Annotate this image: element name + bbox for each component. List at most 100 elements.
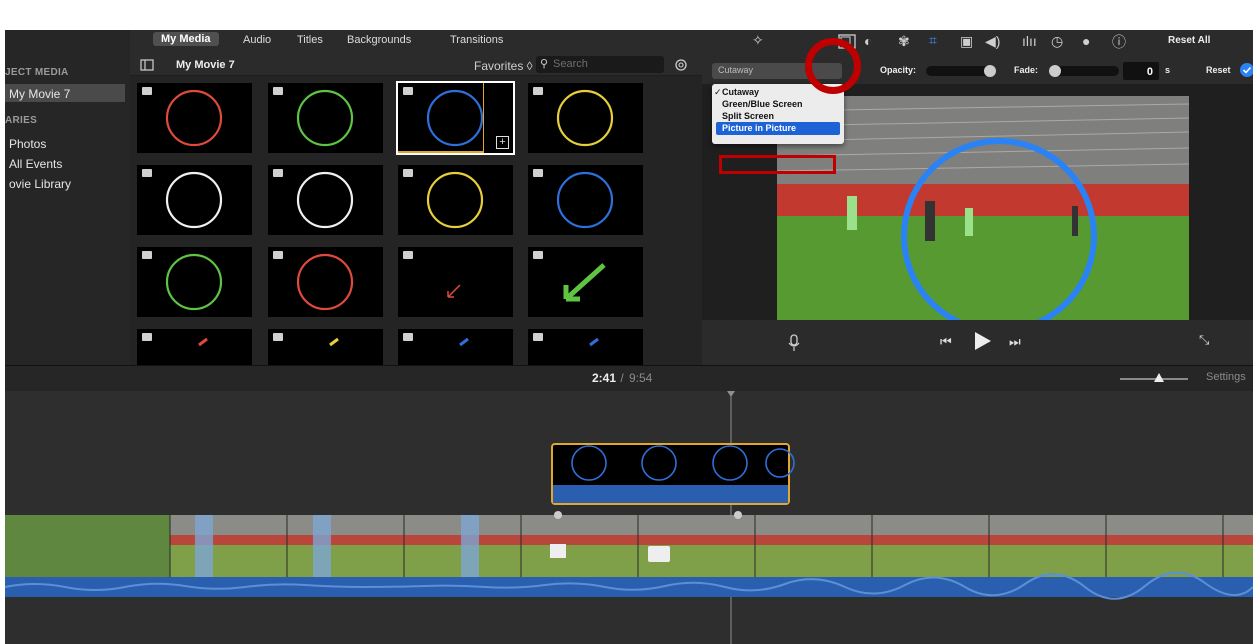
circle-graphic — [296, 171, 354, 229]
zoom-slider[interactable] — [1120, 373, 1188, 382]
next-icon[interactable]: ⏭ — [1009, 334, 1021, 350]
media-thumbnail[interactable] — [268, 165, 383, 235]
playback-controls: ⏮ ⏭ ⤡ — [702, 320, 1253, 365]
fullscreen-icon[interactable]: ⤡ — [1199, 332, 1209, 348]
color-correction-icon[interactable]: ✾ — [898, 33, 910, 50]
add-clip-icon[interactable]: + — [496, 136, 509, 149]
sidebar-toggle-icon[interactable] — [140, 59, 154, 71]
fade-slider-knob[interactable] — [1049, 65, 1061, 77]
circle-graphic — [556, 171, 614, 229]
tab-titles[interactable]: Titles — [297, 34, 323, 46]
favorites-filter[interactable]: Favorites ◊ — [474, 59, 533, 73]
media-thumbnail[interactable] — [398, 329, 513, 365]
fade-duration-value: 0 — [1146, 66, 1153, 78]
arrow-graphic — [459, 337, 469, 347]
circle-graphic — [426, 171, 484, 229]
apply-checkmark-icon[interactable] — [1240, 63, 1253, 77]
media-thumbnail[interactable] — [268, 329, 383, 365]
fade-duration-field[interactable]: 0 — [1123, 62, 1159, 80]
timeline-tracks — [5, 391, 1253, 644]
info-icon[interactable]: ⓘ — [1112, 32, 1126, 52]
arrow-graphic — [563, 263, 606, 302]
clip-filter-icon[interactable]: ● — [1082, 33, 1090, 49]
playhead-handle[interactable] — [727, 391, 735, 397]
media-thumbnail[interactable] — [137, 83, 252, 153]
sidebar-item-my-movie[interactable]: My Movie 7 — [9, 87, 70, 101]
transition-marker[interactable] — [554, 511, 562, 519]
option-green-blue-screen[interactable]: Green/Blue Screen — [722, 99, 803, 109]
tab-backgrounds[interactable]: Backgrounds — [347, 34, 411, 46]
circle-graphic — [296, 89, 354, 147]
hand-icon[interactable] — [648, 546, 670, 562]
tab-audio[interactable]: Audio — [243, 34, 271, 46]
media-thumbnail[interactable] — [528, 165, 643, 235]
option-cutaway[interactable]: Cutaway — [722, 87, 759, 97]
search-placeholder: Search — [553, 58, 588, 70]
sidebar-item-movie-library[interactable]: ovie Library — [9, 177, 71, 191]
media-thumbnail[interactable] — [268, 83, 383, 153]
sidebar-item-photos[interactable]: Photos — [9, 137, 46, 151]
volume-icon[interactable]: ◀) — [985, 33, 1000, 50]
stabilization-icon[interactable]: ▣ — [960, 33, 973, 50]
overlay-clip[interactable] — [551, 443, 795, 505]
play-icon[interactable] — [974, 331, 992, 351]
magic-wand-icon[interactable]: ✧ — [752, 32, 764, 49]
timeline-area — [5, 391, 1253, 644]
transition-marker[interactable] — [734, 511, 742, 519]
adjustments-toolbar: ✧ ◐ ✾ ⌗ ▣ ◀) ılıı ◷ ● ⓘ Reset All — [702, 30, 1253, 56]
media-thumbnail[interactable] — [528, 329, 643, 365]
overlay-mode-value: Cutaway — [718, 65, 754, 75]
sidebar-item-all-events[interactable]: All Events — [9, 157, 62, 171]
reset-all-button[interactable]: Reset All — [1168, 35, 1210, 46]
media-thumbnail[interactable] — [528, 83, 643, 153]
arrow-graphic — [447, 284, 461, 298]
media-thumbnail[interactable] — [268, 247, 383, 317]
circle-graphic — [556, 89, 614, 147]
library-sidebar: JECT MEDIA My Movie 7 ARIES Photos All E… — [5, 30, 130, 365]
fade-slider[interactable] — [1049, 65, 1119, 77]
option-split-screen[interactable]: Split Screen — [722, 111, 774, 121]
opacity-slider-knob[interactable] — [984, 65, 996, 77]
browser-header: My Movie 7 Favorites ◊ ⚲ Search — [130, 54, 702, 76]
circle-graphic — [296, 253, 354, 311]
arrow-graphic — [198, 337, 208, 347]
media-thumbnail[interactable] — [137, 329, 252, 365]
checkmark-icon: ✓ — [714, 87, 722, 97]
main-video-clip[interactable] — [5, 515, 1253, 577]
speed-icon[interactable]: ◷ — [1051, 33, 1063, 50]
timeline-settings-button[interactable]: Settings — [1206, 371, 1246, 383]
project-title: My Movie 7 — [176, 59, 235, 71]
circle-graphic — [165, 171, 223, 229]
previous-icon[interactable]: ⏮ — [940, 334, 952, 350]
tab-my-media[interactable]: My Media — [153, 32, 219, 46]
media-thumbnail[interactable]: + — [396, 81, 515, 155]
gear-icon[interactable] — [673, 57, 689, 73]
microphone-icon[interactable] — [788, 334, 800, 352]
libraries-section-label: ARIES — [5, 115, 38, 126]
zoom-slider-knob[interactable] — [1154, 373, 1164, 382]
media-thumbnail[interactable] — [137, 247, 252, 317]
annotation-box — [719, 155, 836, 174]
option-picture-in-picture[interactable]: Picture in Picture — [722, 123, 796, 133]
imovie-window: JECT MEDIA My Movie 7 ARIES Photos All E… — [5, 30, 1253, 644]
arrow-graphic — [329, 337, 339, 347]
search-input[interactable]: ⚲ Search — [536, 56, 664, 73]
media-thumbnail[interactable] — [137, 165, 252, 235]
fade-unit: s — [1165, 65, 1171, 75]
current-time: 2:41 — [592, 371, 617, 385]
opacity-label: Opacity: — [880, 65, 917, 75]
reset-button[interactable]: Reset — [1206, 65, 1231, 75]
media-tabs-bar: My Media Audio Titles Backgrounds Transi… — [130, 30, 702, 52]
noise-reduction-icon[interactable]: ılıı — [1022, 33, 1037, 49]
media-thumbnail[interactable] — [398, 247, 513, 317]
opacity-slider[interactable] — [926, 65, 996, 77]
color-balance-icon[interactable]: ◐ — [864, 33, 872, 49]
crop-icon[interactable]: ⌗ — [929, 32, 937, 49]
time-separator: / — [617, 371, 628, 385]
tab-transitions[interactable]: Transitions — [450, 34, 503, 46]
used-clip-indicator — [398, 151, 483, 153]
overlay-options-row: Cutaway Opacity: Fade: 0 s Reset — [702, 58, 1253, 84]
media-thumbnail[interactable] — [528, 247, 643, 317]
media-thumbnail[interactable] — [398, 165, 513, 235]
clip-marker-icon[interactable] — [550, 544, 566, 558]
